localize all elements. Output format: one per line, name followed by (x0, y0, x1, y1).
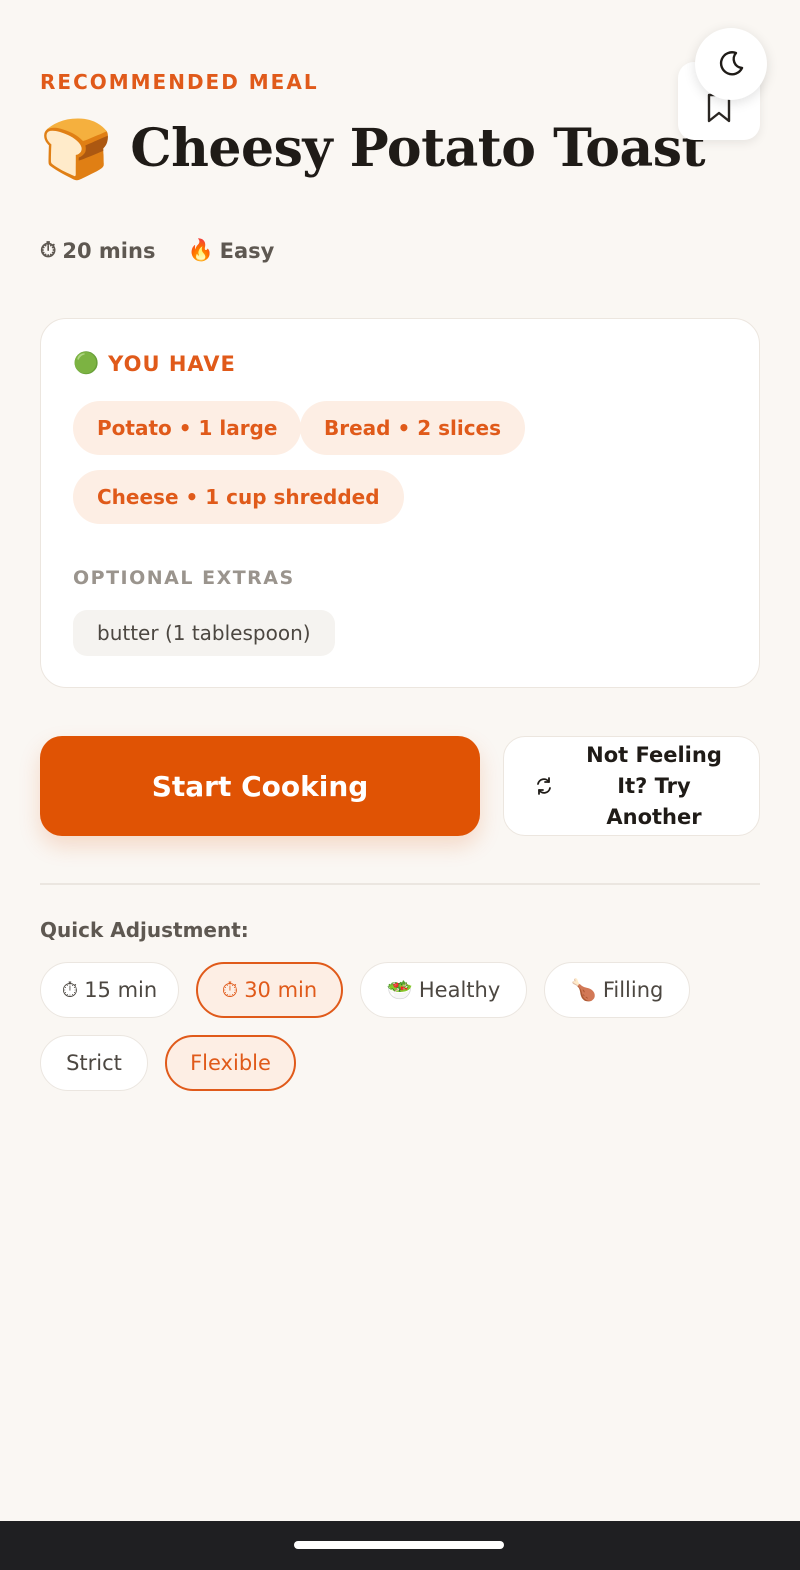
title-row: 🍞 Cheesy Potato Toast (40, 118, 705, 179)
filter-label: 30 min (244, 978, 318, 1002)
cook-time-value: 20 mins (62, 238, 156, 263)
timer-icon: ⏱ (61, 977, 79, 1002)
system-nav-bar (0, 1521, 800, 1570)
meal-meta: ⏱ 20 mins 🔥 Easy (40, 238, 274, 263)
filter-flexible[interactable]: Flexible (165, 1035, 296, 1091)
start-cooking-button[interactable]: Start Cooking (40, 736, 480, 836)
filter-30-min[interactable]: ⏱ 30 min (196, 962, 343, 1018)
salad-icon: 🥗 (386, 977, 413, 1002)
filter-filling[interactable]: 🍗 Filling (544, 962, 690, 1018)
drumstick-icon: 🍗 (570, 977, 597, 1002)
ingredient-chip: Cheese • 1 cup shredded (73, 470, 404, 524)
filter-label: Strict (66, 1051, 122, 1075)
you-have-label: YOU HAVE (108, 351, 236, 376)
try-another-label: Not Feeling It? Try Another (586, 742, 722, 829)
ingredient-chip: Bread • 2 slices (300, 401, 526, 455)
filter-label: Healthy (418, 978, 501, 1002)
timer-icon: ⏱ (40, 238, 57, 262)
filter-15-min[interactable]: ⏱ 15 min (40, 962, 179, 1018)
quick-adjustment-label: Quick Adjustment: (40, 918, 249, 942)
difficulty: 🔥 Easy (187, 238, 274, 263)
divider (40, 883, 760, 885)
optional-extra-chip: butter (1 tablespoon) (73, 610, 335, 656)
filter-label: 15 min (84, 978, 158, 1002)
ingredient-chip: Potato • 1 large (73, 401, 302, 455)
home-indicator[interactable] (294, 1541, 504, 1549)
theme-toggle-button[interactable] (695, 28, 767, 100)
filter-healthy[interactable]: 🥗 Healthy (360, 962, 527, 1018)
try-another-button[interactable]: Not Feeling It? Try Another (503, 736, 760, 836)
meal-title: Cheesy Potato Toast (130, 118, 705, 179)
filter-strict[interactable]: Strict (40, 1035, 148, 1091)
fire-icon: 🔥 (187, 238, 214, 262)
filter-label: Filling (602, 978, 664, 1002)
cook-time: ⏱ 20 mins (40, 238, 155, 263)
ingredients-card: 🟢 YOU HAVE Potato • 1 large Bread • 2 sl… (40, 318, 760, 688)
bread-icon: 🍞 (40, 114, 113, 183)
refresh-icon (537, 777, 551, 795)
green-circle-icon: 🟢 (73, 351, 101, 375)
moon-icon (719, 51, 744, 76)
optional-extras-heading: OPTIONAL EXTRAS (73, 567, 295, 589)
timer-icon: ⏱ (221, 977, 239, 1002)
difficulty-value: Easy (219, 238, 275, 263)
you-have-heading: 🟢 YOU HAVE (73, 351, 236, 376)
filter-label: Flexible (190, 1051, 271, 1075)
recommended-meal-label: RECOMMENDED MEAL (40, 70, 319, 94)
